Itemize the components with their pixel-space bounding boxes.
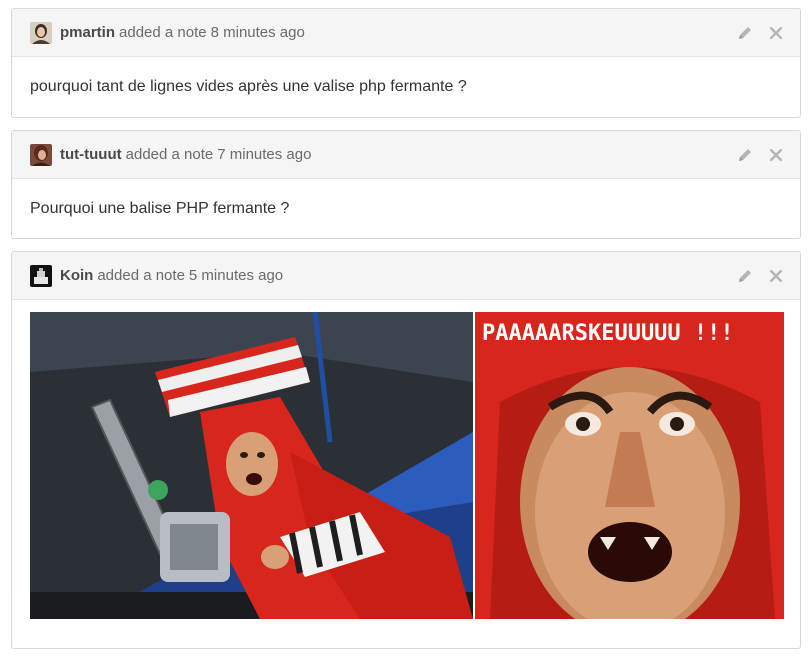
delete-note-button[interactable] <box>766 23 786 43</box>
edit-note-button[interactable] <box>735 266 755 286</box>
meme-image[interactable]: PAAAAARSKEUUUUU !!! <box>30 312 784 619</box>
close-icon <box>770 149 782 161</box>
note-header: tut-tuuut added a note 7 minutes ago <box>12 131 800 179</box>
note-header: Koin added a note 5 minutes ago <box>12 252 800 300</box>
note-timestamp: 7 minutes ago <box>217 146 312 163</box>
close-icon <box>770 270 782 282</box>
note-body: Pourquoi une balise PHP fermante ? <box>30 200 290 217</box>
note-action: added a note <box>125 146 214 163</box>
note-card: Koin added a note 5 minutes ago PAAAAARS… <box>11 251 801 649</box>
delete-note-button[interactable] <box>766 145 786 165</box>
note-body: pourquoi tant de lignes vides après une … <box>30 78 467 95</box>
note-author[interactable]: Koin <box>60 267 93 284</box>
pencil-icon <box>739 27 751 39</box>
delete-note-button[interactable] <box>766 266 786 286</box>
note-actions <box>735 145 786 165</box>
note-header: pmartin added a note 8 minutes ago <box>12 9 800 57</box>
pencil-icon <box>739 270 751 282</box>
note-card: tut-tuuut added a note 7 minutes ago Pou… <box>11 130 801 239</box>
note-actions <box>735 23 786 43</box>
note-author[interactable]: pmartin <box>60 24 115 41</box>
note-timestamp: 8 minutes ago <box>210 24 305 41</box>
meme-caption: PAAAAARSKEUUUUU !!! <box>482 321 734 346</box>
note-timestamp: 5 minutes ago <box>188 267 284 284</box>
edit-note-button[interactable] <box>735 145 755 165</box>
avatar[interactable] <box>30 21 52 44</box>
note-actions <box>735 266 786 286</box>
note-action: added a note <box>119 24 207 41</box>
close-icon <box>770 27 782 39</box>
note-card: pmartin added a note 8 minutes ago pourq… <box>11 8 801 118</box>
note-action: added a note <box>97 267 185 284</box>
pencil-icon <box>739 149 751 161</box>
edit-note-button[interactable] <box>735 23 755 43</box>
note-body: PAAAAARSKEUUUUU !!! <box>12 300 800 619</box>
avatar[interactable] <box>30 264 52 287</box>
avatar[interactable] <box>30 143 52 166</box>
note-author[interactable]: tut-tuuut <box>60 146 122 163</box>
